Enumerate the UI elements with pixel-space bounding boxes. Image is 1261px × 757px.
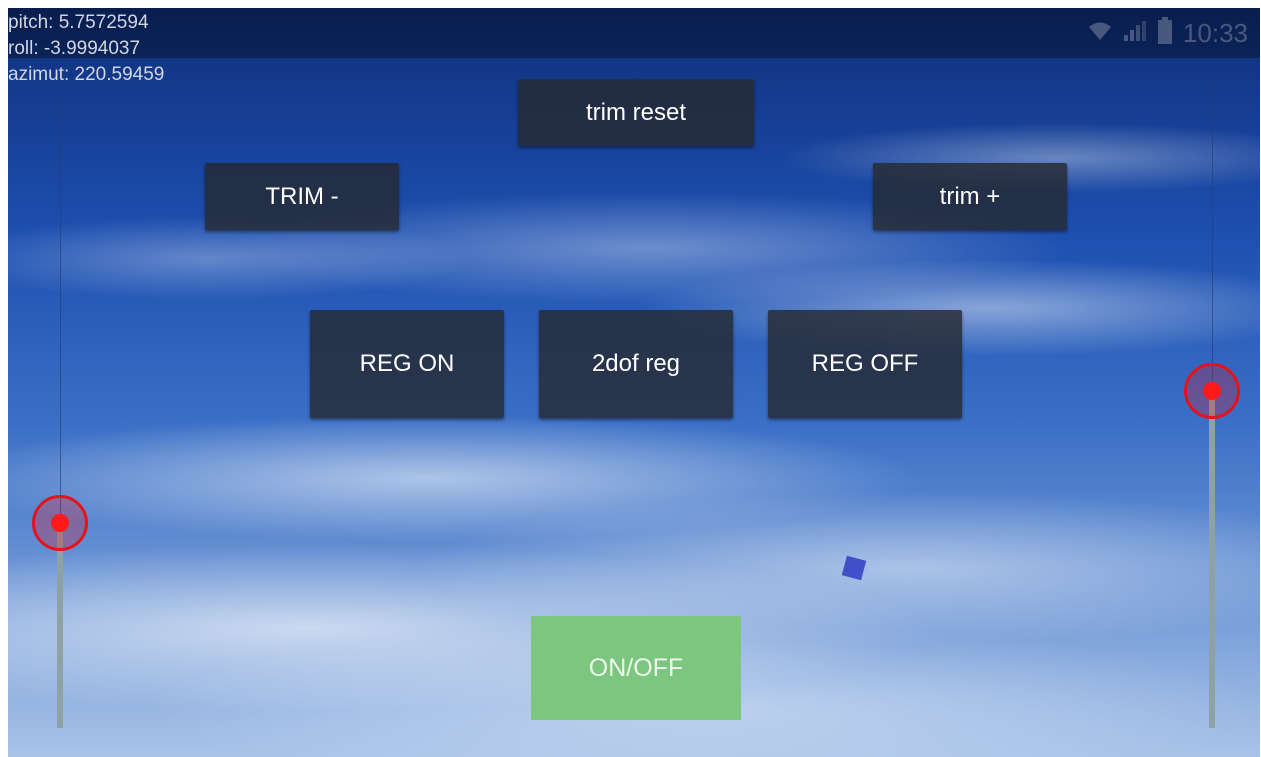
reg-2dof-button[interactable]: 2dof reg: [539, 310, 733, 418]
pitch-readout: pitch: 5.7572594: [8, 12, 149, 33]
left-slider-track[interactable]: [57, 523, 63, 728]
status-icons: 10:33: [1087, 16, 1248, 50]
signal-icon: [1123, 20, 1147, 47]
left-slider-thumb[interactable]: [32, 495, 88, 551]
on-off-button[interactable]: ON/OFF: [531, 616, 741, 720]
right-slider-thumb[interactable]: [1184, 363, 1240, 419]
right-slider-thumb-dot: [1203, 382, 1221, 400]
azimut-readout: azimut: 220.59459: [8, 64, 165, 85]
telemetry-readout: pitch: 5.7572594 roll: -3.9994037 azimut…: [8, 10, 164, 88]
left-slider-thumb-dot: [51, 514, 69, 532]
right-slider-guide: [1212, 78, 1213, 388]
trim-reset-button[interactable]: trim reset: [518, 79, 754, 146]
battery-icon: [1157, 16, 1173, 50]
left-slider-guide: [60, 98, 61, 523]
app-screen: 10:33 pitch: 5.7572594 roll: -3.9994037 …: [8, 8, 1260, 757]
status-bar: 10:33: [8, 8, 1260, 58]
trim-plus-button[interactable]: trim +: [873, 163, 1067, 230]
roll-readout: roll: -3.9994037: [8, 38, 141, 59]
position-indicator: [841, 555, 867, 581]
trim-minus-button[interactable]: TRIM -: [205, 163, 399, 230]
wifi-icon: [1087, 20, 1113, 47]
reg-off-button[interactable]: REG OFF: [768, 310, 962, 418]
right-slider-track[interactable]: [1209, 391, 1215, 728]
clock: 10:33: [1182, 17, 1248, 48]
reg-on-button[interactable]: REG ON: [310, 310, 504, 418]
